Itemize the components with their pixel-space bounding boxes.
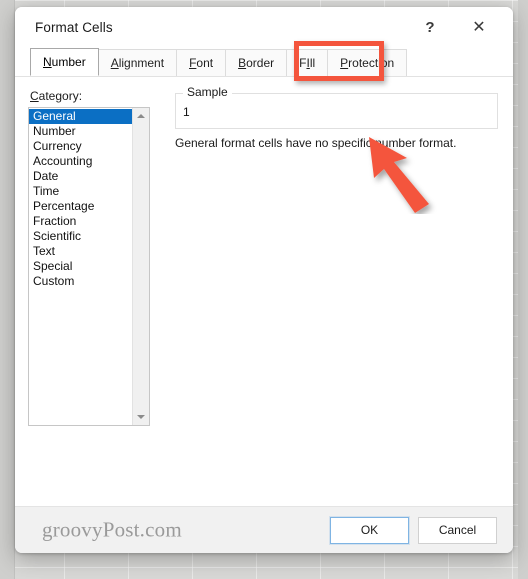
- category-item-text[interactable]: Text: [29, 244, 132, 259]
- category-item-accounting[interactable]: Accounting: [29, 154, 132, 169]
- category-listbox[interactable]: General Number Currency Accounting Date …: [28, 107, 150, 426]
- tab-border[interactable]: Border: [225, 49, 288, 76]
- tab-protection-label-rest: rotection: [348, 56, 395, 70]
- category-item-number[interactable]: Number: [29, 124, 132, 139]
- format-cells-dialog: Format Cells ? ✕ Number Alignment Font B…: [15, 7, 513, 553]
- scroll-down-button[interactable]: [133, 409, 149, 425]
- category-item-special[interactable]: Special: [29, 259, 132, 274]
- category-item-currency[interactable]: Currency: [29, 139, 132, 154]
- category-item-fraction[interactable]: Fraction: [29, 214, 132, 229]
- dialog-titlebar: Format Cells ? ✕: [15, 7, 513, 48]
- category-item-custom[interactable]: Custom: [29, 274, 132, 289]
- tab-font[interactable]: Font: [176, 49, 227, 76]
- tab-protection-accel: P: [340, 56, 349, 70]
- chevron-up-icon: [137, 114, 145, 118]
- category-item-general[interactable]: General: [29, 109, 132, 124]
- tab-number-label-rest: umber: [51, 55, 86, 69]
- dialog-title: Format Cells: [35, 20, 113, 35]
- sample-group-label: Sample: [183, 85, 232, 99]
- category-item-scientific[interactable]: Scientific: [29, 229, 132, 244]
- help-button[interactable]: ?: [408, 7, 452, 48]
- tab-strip: Number Alignment Font Border FIll Protec…: [15, 41, 513, 81]
- tab-border-accel: B: [238, 56, 247, 70]
- tab-font-label-rest: ont: [196, 56, 214, 70]
- close-icon: ✕: [472, 18, 486, 36]
- close-button[interactable]: ✕: [457, 7, 501, 48]
- dialog-footer: groovyPost.com OK Cancel: [15, 507, 513, 553]
- ok-button[interactable]: OK: [330, 516, 409, 544]
- category-item-time[interactable]: Time: [29, 184, 132, 199]
- category-item-list: General Number Currency Accounting Date …: [29, 108, 132, 425]
- category-item-percentage[interactable]: Percentage: [29, 199, 132, 214]
- watermark-text: groovyPost.com: [42, 517, 182, 542]
- question-mark-icon: ?: [425, 19, 435, 36]
- sample-value: 1: [183, 105, 190, 119]
- tab-fill[interactable]: FIll: [286, 49, 329, 76]
- tab-alignment-label-rest: lignment: [118, 56, 165, 70]
- tab-number[interactable]: Number: [30, 48, 99, 76]
- category-label-accel: C: [30, 89, 39, 103]
- tab-border-label-rest: order: [246, 56, 275, 70]
- scroll-up-button[interactable]: [133, 108, 149, 124]
- cancel-button[interactable]: Cancel: [418, 516, 497, 544]
- category-item-date[interactable]: Date: [29, 169, 132, 184]
- chevron-down-icon: [137, 415, 145, 419]
- format-description-text: General format cells have no specific nu…: [175, 136, 457, 150]
- spreadsheet-right-edge: [518, 0, 528, 579]
- number-tab-panel: Category: General Number Currency Accoun…: [15, 77, 513, 507]
- tab-alignment-accel: A: [110, 56, 119, 70]
- spreadsheet-row-header-strip: [0, 0, 15, 579]
- tab-protection[interactable]: Protection: [327, 49, 408, 76]
- category-list-scrollbar[interactable]: [132, 108, 149, 425]
- tab-alignment[interactable]: Alignment: [97, 49, 178, 76]
- category-label: Category:: [30, 89, 82, 103]
- tab-fill-label-rest: ll: [309, 56, 316, 70]
- tab-number-accel: N: [43, 55, 52, 69]
- category-label-rest: ategory:: [38, 89, 83, 103]
